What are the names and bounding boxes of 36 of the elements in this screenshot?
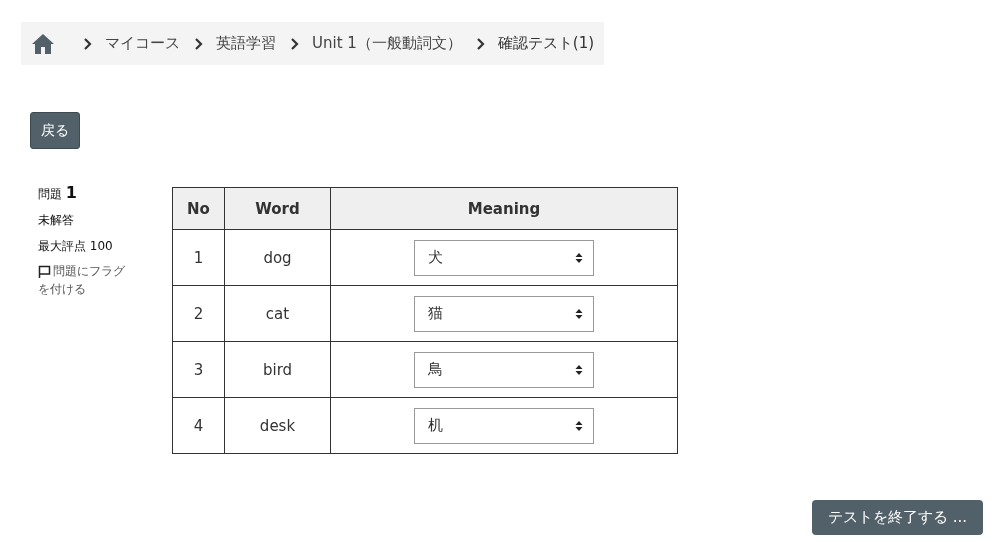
column-header: No bbox=[172, 187, 225, 230]
sort-arrows-icon bbox=[575, 363, 583, 376]
table-cell: 4 bbox=[172, 397, 225, 454]
finish-test-button[interactable]: テストを終了する ... bbox=[811, 500, 983, 535]
column-header: Meaning bbox=[330, 187, 678, 230]
table-cell: 1 bbox=[172, 229, 225, 286]
question-number: 1 bbox=[65, 183, 77, 202]
chevron-icon bbox=[194, 37, 204, 50]
flag-icon[interactable] bbox=[38, 265, 51, 278]
back-button[interactable]: 戻る bbox=[30, 112, 80, 149]
column-header: Word bbox=[224, 187, 331, 230]
table-cell: dog bbox=[224, 229, 331, 286]
breadcrumb-link[interactable]: 英語学習 bbox=[216, 34, 276, 53]
question-label: 問題 bbox=[38, 187, 62, 201]
table-cell: 2 bbox=[172, 285, 225, 342]
table-cell: bird bbox=[224, 341, 331, 398]
max-grade: 最大評点 100 bbox=[38, 239, 113, 253]
home-icon[interactable] bbox=[31, 32, 55, 55]
breadcrumb-link[interactable]: Unit 1（一般動詞文） bbox=[312, 34, 462, 53]
meaning-dropdown[interactable]: 机 bbox=[414, 407, 594, 444]
meaning-dropdown[interactable]: 犬 bbox=[414, 239, 594, 276]
meaning-dropdown[interactable]: 猫 bbox=[414, 295, 594, 332]
breadcrumb-link[interactable]: マイコース bbox=[105, 34, 180, 53]
table-cell: desk bbox=[224, 397, 331, 454]
question-status: 未解答 bbox=[38, 213, 74, 227]
chevron-icon bbox=[83, 37, 93, 50]
sort-arrows-icon bbox=[575, 251, 583, 264]
breadcrumb-link[interactable]: 確認テスト(1) bbox=[497, 34, 595, 53]
sort-arrows-icon bbox=[575, 419, 583, 432]
flag-link[interactable]: 問題にフラグを付ける bbox=[38, 262, 132, 298]
sort-arrows-icon bbox=[575, 307, 583, 320]
chevron-icon bbox=[475, 37, 486, 50]
chevron-icon bbox=[290, 37, 300, 50]
meaning-dropdown[interactable]: 鳥 bbox=[414, 351, 594, 388]
table-cell: cat bbox=[224, 285, 331, 342]
table-cell: 3 bbox=[172, 341, 225, 398]
